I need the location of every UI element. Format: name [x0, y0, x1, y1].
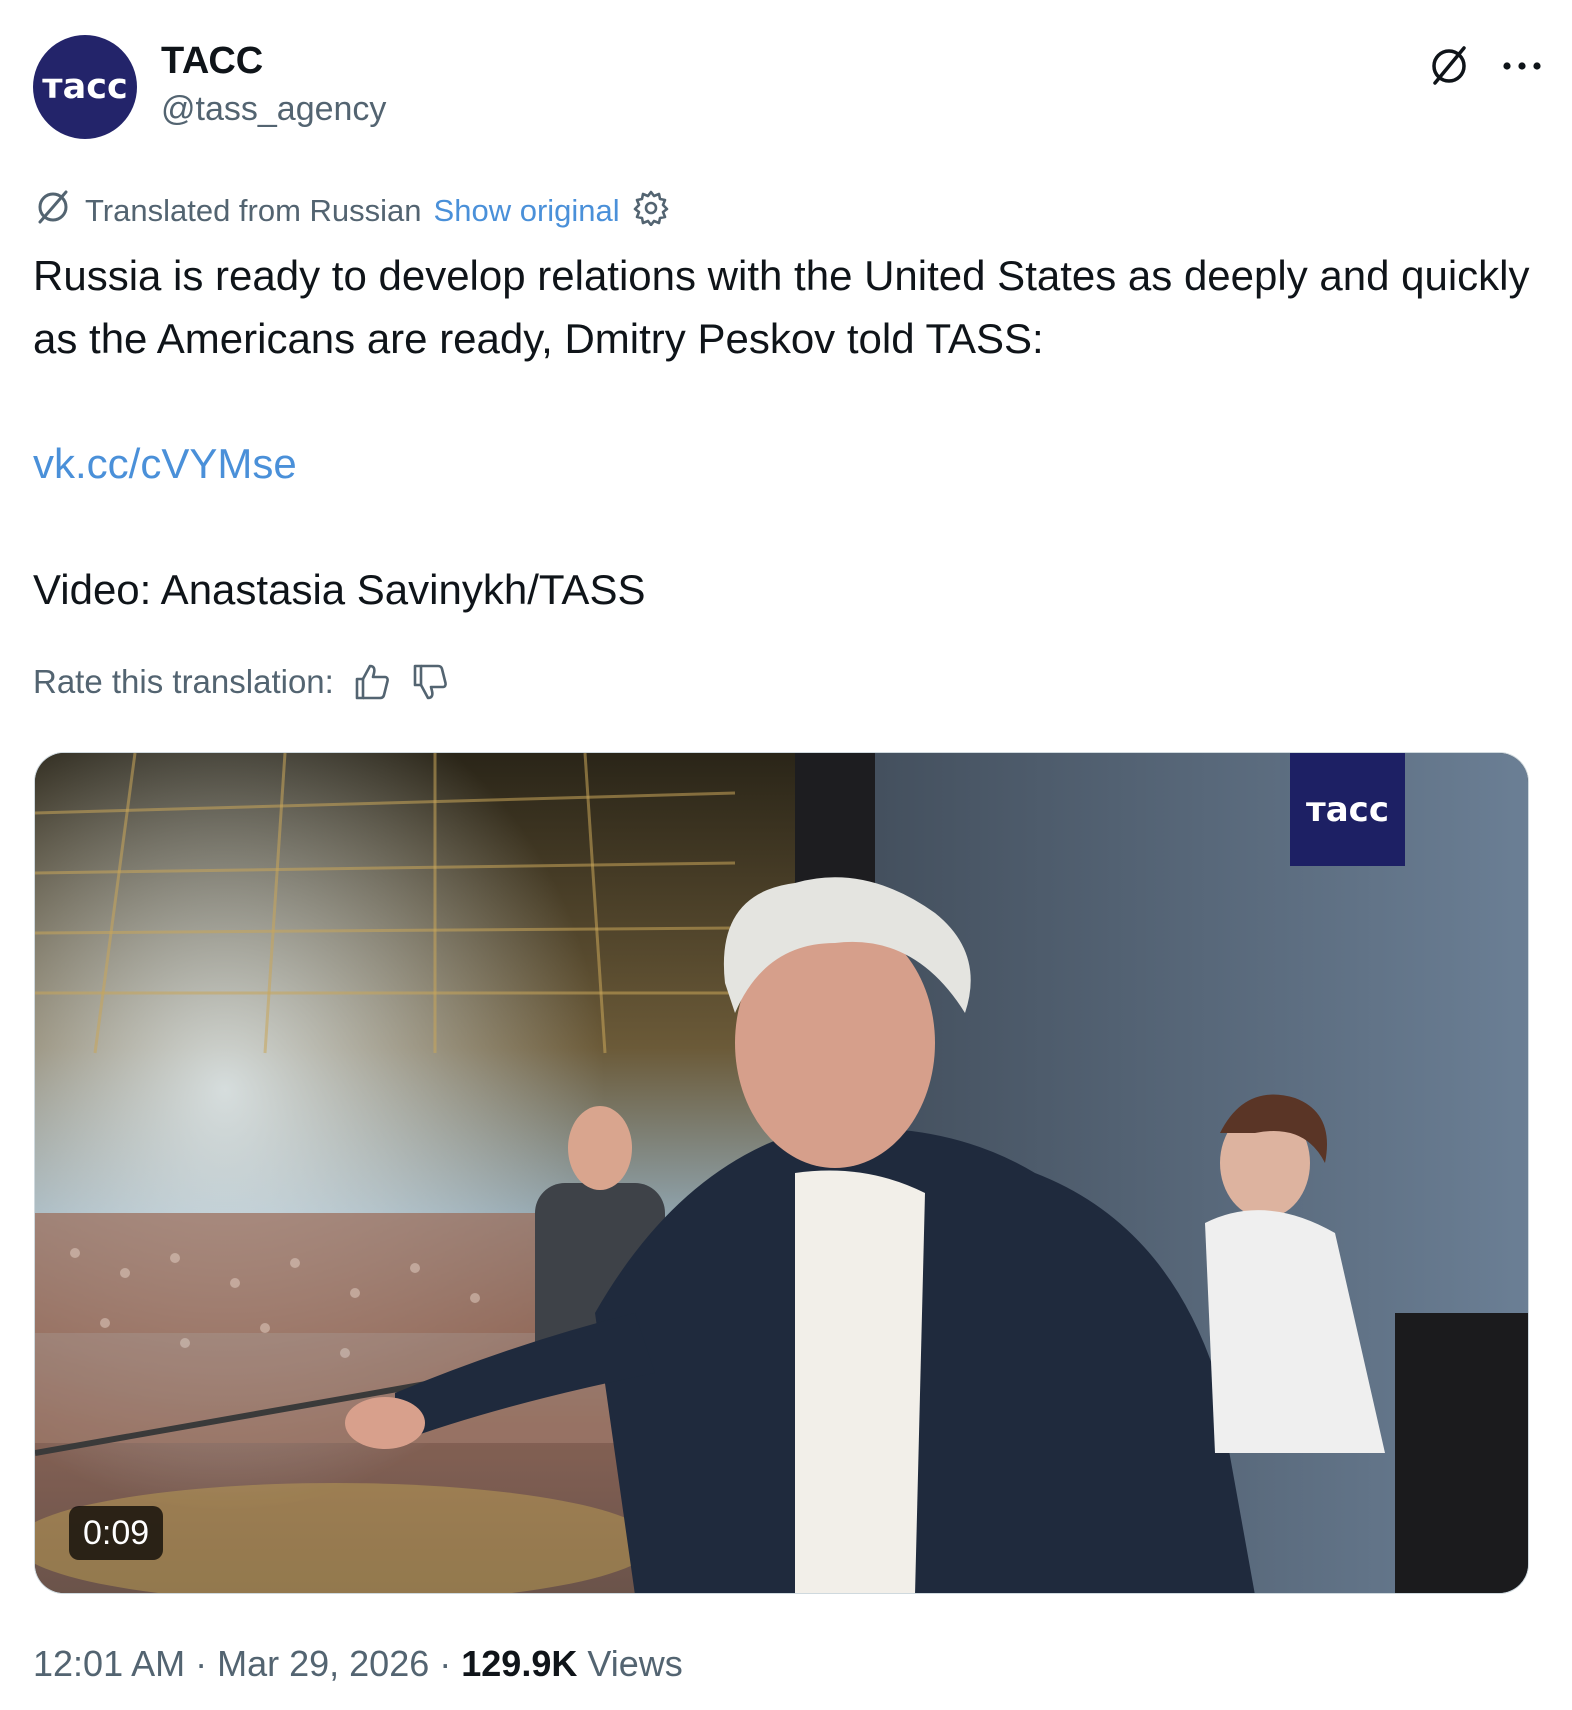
views-count[interactable]: 129.9K — [461, 1643, 577, 1685]
show-original-link[interactable]: Show original — [434, 193, 620, 229]
translation-notice: Translated from Russian Show original — [33, 187, 670, 235]
video-player[interactable]: тасс 0:09 — [34, 752, 1529, 1594]
tweet-link[interactable]: vk.cc/cVYMse — [33, 432, 297, 495]
thumbs-up-icon[interactable] — [352, 662, 392, 702]
video-frame — [35, 753, 1528, 1593]
meta-separator: · — [439, 1643, 452, 1684]
translated-label: Translated from Russian — [85, 193, 422, 228]
rate-translation: Rate this translation: — [33, 662, 450, 702]
rate-translation-label: Rate this translation: — [33, 663, 334, 700]
avatar[interactable]: тасс — [33, 35, 137, 139]
watermark-text: тасс — [1306, 789, 1389, 830]
meta-separator: · — [195, 1643, 208, 1684]
thumbs-down-icon[interactable] — [410, 662, 450, 702]
author-display-name[interactable]: ТАСС — [161, 39, 386, 83]
tweet-text: Russia is ready to develop relations wit… — [33, 252, 1530, 362]
tweet-meta: 12:01 AM · Mar 29, 2026 · 129.9K Views — [33, 1643, 683, 1685]
author-names: ТАСС @tass_agency — [161, 39, 386, 131]
translate-icon — [33, 187, 73, 235]
top-actions — [1426, 43, 1542, 89]
tass-watermark-logo: тасс — [1290, 753, 1405, 866]
video-duration-badge: 0:09 — [69, 1506, 164, 1560]
video-credit: Video: Anastasia Savinykh/TASS — [33, 566, 646, 613]
author-handle[interactable]: @tass_agency — [161, 87, 386, 131]
avatar-logo-text: тасс — [42, 67, 128, 107]
tweet-date[interactable]: Mar 29, 2026 — [217, 1643, 429, 1685]
views-label: Views — [587, 1643, 683, 1684]
translate-icon[interactable] — [1426, 43, 1472, 89]
gear-icon[interactable] — [632, 188, 670, 234]
more-icon[interactable] — [1502, 60, 1542, 72]
tweet-time[interactable]: 12:01 AM — [33, 1643, 185, 1685]
tweet-header: тасс ТАСС @tass_agency — [33, 35, 1542, 140]
